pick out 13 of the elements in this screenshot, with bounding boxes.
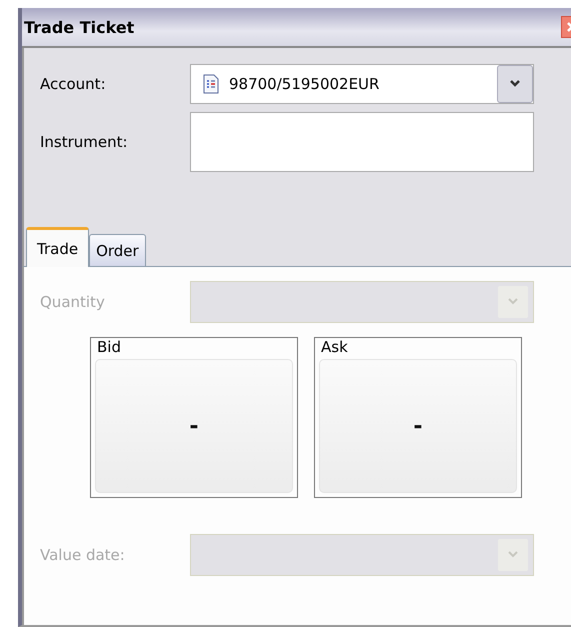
tab[interactable]: Trade [26, 227, 90, 267]
field-label: Account: [40, 75, 107, 93]
window-title: Trade Ticket [24, 18, 134, 36]
price-button[interactable]: - [95, 359, 293, 493]
field-label: Instrument: [40, 133, 129, 151]
account-value: 98700/5195002EUR [229, 75, 380, 93]
field-label: Quantity [40, 293, 106, 311]
price-button[interactable]: - [319, 359, 517, 493]
tab[interactable]: Order [89, 234, 146, 266]
account-dropdown[interactable]: 98700/5195002EUR [190, 64, 534, 104]
quote-label: Bid [97, 338, 122, 356]
quote-label: Ask [321, 338, 349, 356]
field-label: Value date: [40, 546, 126, 564]
